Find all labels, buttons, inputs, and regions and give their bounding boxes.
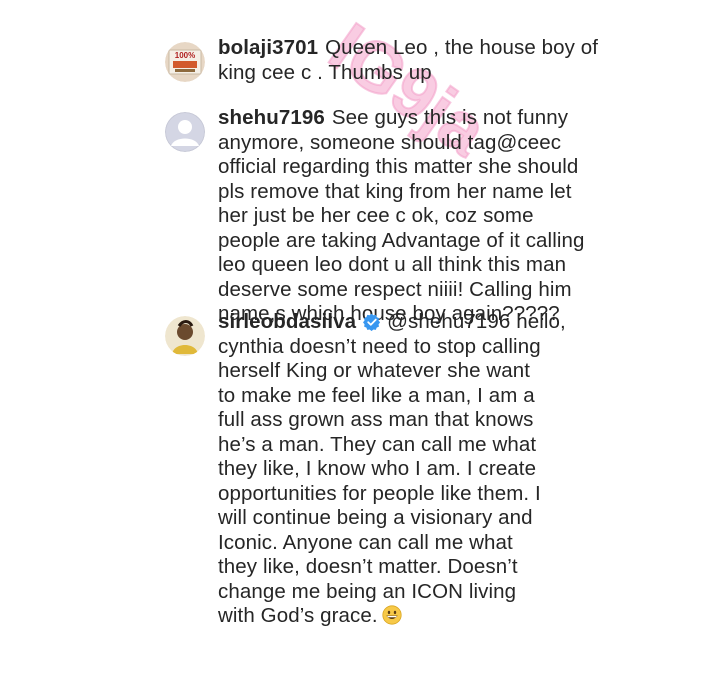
svg-text:100%: 100% bbox=[175, 51, 195, 60]
username[interactable]: sirleobdasilva bbox=[218, 310, 356, 333]
comment-line: people are taking Advantage of it callin… bbox=[218, 228, 585, 252]
comment-line: hello, bbox=[516, 310, 566, 333]
avatar[interactable]: 100% bbox=[165, 42, 205, 82]
comment-line: her just be her cee c ok, coz some bbox=[218, 204, 534, 227]
comment-line: will continue being a visionary and bbox=[218, 506, 533, 529]
comment-line: full ass grown ass man that knows bbox=[218, 408, 534, 431]
comment-line: deserve some respect niiii! Calling him bbox=[218, 277, 572, 301]
avatar[interactable] bbox=[165, 316, 205, 356]
comment-line: change me being an ICON living bbox=[218, 579, 517, 603]
comment-line: anymore, someone should tag@ceec bbox=[218, 130, 562, 154]
username[interactable]: bolaji3701 bbox=[218, 36, 318, 59]
comment-line: Queen Leo , the house boy of bbox=[325, 36, 599, 59]
comment-line: Iconic. Anyone can call me what bbox=[218, 530, 513, 554]
verified-badge-icon bbox=[363, 313, 381, 331]
comment-line: herself King or whatever she want bbox=[218, 359, 531, 382]
comment-line: they like, I know who I am. I create bbox=[218, 457, 537, 480]
avatar[interactable] bbox=[165, 112, 205, 152]
comment-line: opportunities for people like them. I bbox=[218, 481, 541, 505]
comment-line: See guys this is not funny bbox=[331, 106, 569, 129]
grinning-face-emoji bbox=[382, 605, 402, 625]
username[interactable]: shehu7196 bbox=[218, 106, 325, 129]
comment-line: pls remove that king from her name let bbox=[218, 179, 572, 203]
comment-line: to make me feel like a man, I am a bbox=[218, 383, 535, 407]
comment-text: sirleobdasilva @shehu7196 hello, cynthia … bbox=[218, 310, 598, 629]
mention-link[interactable]: @shehu7196 bbox=[387, 310, 510, 333]
comment-line: with God’s grace. bbox=[218, 604, 378, 627]
comment-line: they like, doesn’t matter. Doesn’t bbox=[218, 555, 518, 578]
comment-line: leo queen leo dont u all think this man bbox=[218, 253, 567, 276]
comment-text: shehu7196 See guys this is not funny anym… bbox=[218, 106, 598, 327]
avatar-image: 100% bbox=[165, 42, 205, 82]
comment-line: cynthia doesn’t need to stop calling bbox=[218, 334, 541, 358]
avatar-image bbox=[165, 316, 205, 356]
comment-line: king cee c . Thumbs up bbox=[218, 60, 432, 84]
comment-line: he’s a man. They can call me what bbox=[218, 432, 537, 456]
comment-text: bolaji3701 Queen Leo , the house boy of k… bbox=[218, 36, 598, 85]
default-user-icon bbox=[165, 112, 205, 152]
comment-line: official regarding this matter she shoul… bbox=[218, 155, 579, 178]
